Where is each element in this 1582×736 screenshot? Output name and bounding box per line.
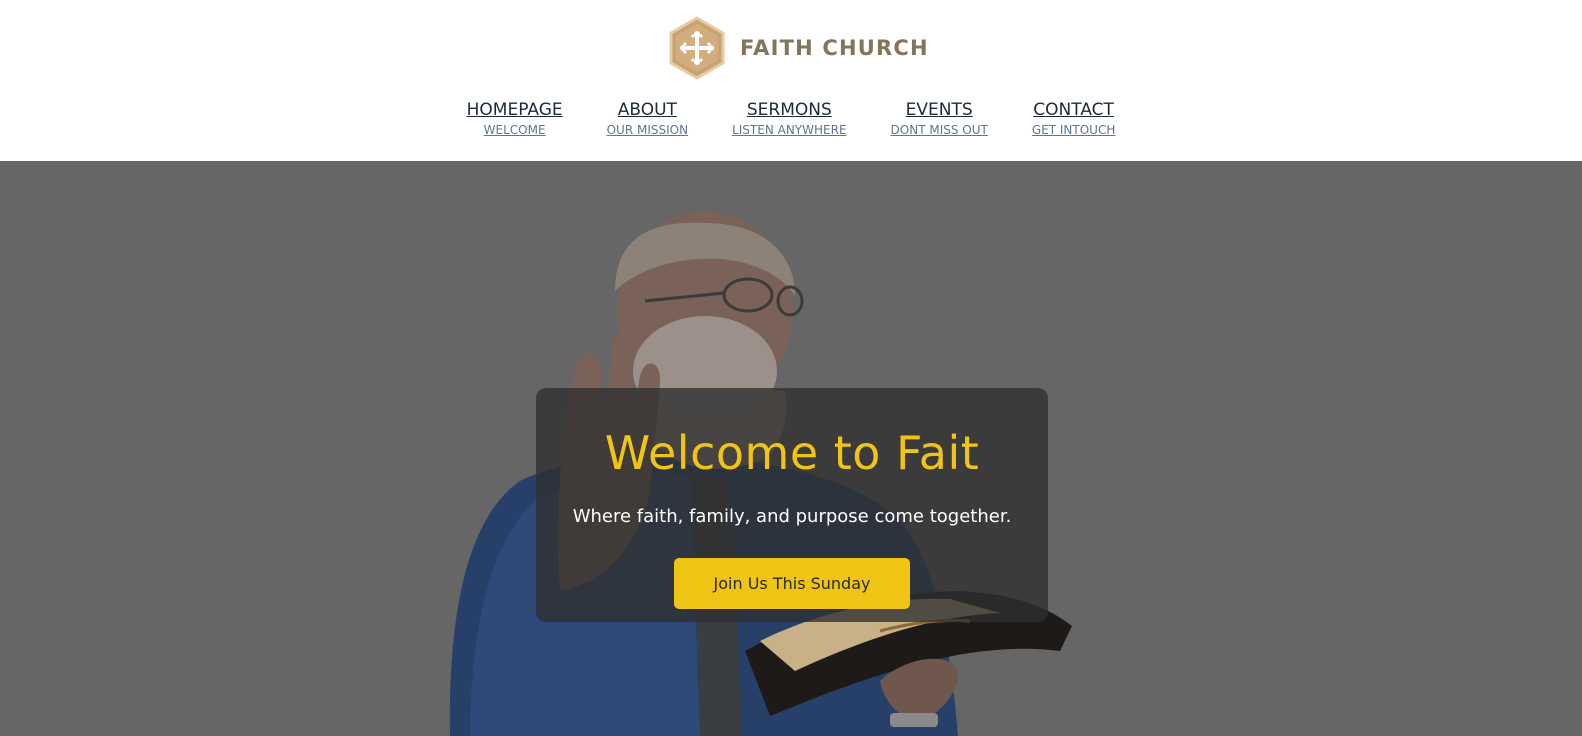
site-header: FAITH CHURCH HOMEPAGE WELCOME ABOUT OUR … [0, 0, 1582, 161]
nav-item-sermons[interactable]: SERMONS LISTEN ANYWHERE [732, 100, 846, 138]
nav-subtitle: DONT MISS OUT [890, 123, 988, 137]
nav-subtitle: LISTEN ANYWHERE [732, 123, 847, 137]
main-nav: HOMEPAGE WELCOME ABOUT OUR MISSION SERMO… [0, 100, 1582, 138]
nav-item-about[interactable]: ABOUT OUR MISSION [607, 100, 688, 138]
nav-title: SERMONS [746, 100, 832, 120]
nav-title: HOMEPAGE [466, 100, 563, 120]
nav-title: EVENTS [905, 100, 973, 120]
logo-link[interactable]: FAITH CHURCH [668, 16, 929, 80]
brand-name: FAITH CHURCH [740, 36, 929, 60]
nav-title: ABOUT [617, 100, 677, 120]
hero-subtitle: Where faith, family, and purpose come to… [572, 506, 1012, 527]
nav-subtitle: WELCOME [483, 123, 546, 137]
join-us-button[interactable]: Join Us This Sunday [674, 558, 910, 609]
nav-subtitle: OUR MISSION [606, 123, 689, 137]
nav-subtitle: GET INTOUCH [1031, 123, 1116, 137]
nav-title: CONTACT [1033, 100, 1114, 120]
nav-item-contact[interactable]: CONTACT GET INTOUCH [1032, 100, 1116, 138]
cross-hexagon-icon [669, 16, 725, 80]
hero-title: Welcome to Fait [604, 426, 980, 480]
hero-section: Welcome to Fait Where faith, family, and… [0, 161, 1582, 736]
nav-item-homepage[interactable]: HOMEPAGE WELCOME [467, 100, 563, 138]
nav-item-events[interactable]: EVENTS DONT MISS OUT [891, 100, 988, 138]
hero-card: Welcome to Fait Where faith, family, and… [536, 388, 1048, 622]
